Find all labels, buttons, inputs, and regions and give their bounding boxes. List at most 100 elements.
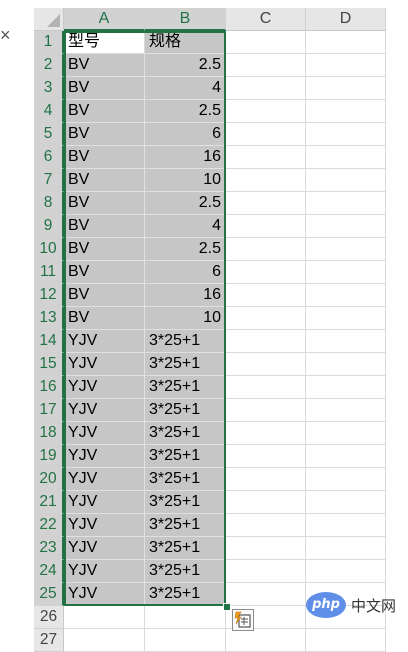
cell-c19[interactable] xyxy=(226,445,306,468)
cell-c10[interactable] xyxy=(226,238,306,261)
row-header[interactable]: 24 xyxy=(34,560,64,583)
cell-d4[interactable] xyxy=(306,100,386,123)
column-header-b[interactable]: B xyxy=(145,8,226,31)
cell-d22[interactable] xyxy=(306,514,386,537)
cell-c22[interactable] xyxy=(226,514,306,537)
cell-d8[interactable] xyxy=(306,192,386,215)
cell-c23[interactable] xyxy=(226,537,306,560)
cell-c2[interactable] xyxy=(226,54,306,77)
cell-a5[interactable]: BV xyxy=(64,123,145,146)
cell-c21[interactable] xyxy=(226,491,306,514)
cell-c20[interactable] xyxy=(226,468,306,491)
cell-a4[interactable]: BV xyxy=(64,100,145,123)
row-header[interactable]: 6 xyxy=(34,146,64,169)
cell-b6[interactable]: 16 xyxy=(145,146,226,169)
row-header[interactable]: 26 xyxy=(34,606,64,629)
cell-b14[interactable]: 3*25+1 xyxy=(145,330,226,353)
cell-a21[interactable]: YJV xyxy=(64,491,145,514)
cell-a20[interactable]: YJV xyxy=(64,468,145,491)
cell-d5[interactable] xyxy=(306,123,386,146)
cell-a19[interactable]: YJV xyxy=(64,445,145,468)
cell-d23[interactable] xyxy=(306,537,386,560)
cell-a16[interactable]: YJV xyxy=(64,376,145,399)
row-header[interactable]: 22 xyxy=(34,514,64,537)
cell-b2[interactable]: 2.5 xyxy=(145,54,226,77)
close-icon[interactable]: × xyxy=(0,24,14,46)
cell-b4[interactable]: 2.5 xyxy=(145,100,226,123)
row-header[interactable]: 3 xyxy=(34,77,64,100)
cell-a14[interactable]: YJV xyxy=(64,330,145,353)
row-header[interactable]: 13 xyxy=(34,307,64,330)
row-header[interactable]: 21 xyxy=(34,491,64,514)
cell-a27[interactable] xyxy=(64,629,145,652)
cell-b27[interactable] xyxy=(145,629,226,652)
cell-b9[interactable]: 4 xyxy=(145,215,226,238)
cell-a6[interactable]: BV xyxy=(64,146,145,169)
cell-c11[interactable] xyxy=(226,261,306,284)
row-header[interactable]: 12 xyxy=(34,284,64,307)
cell-b25[interactable]: 3*25+1 xyxy=(145,583,226,606)
row-header[interactable]: 5 xyxy=(34,123,64,146)
cell-b17[interactable]: 3*25+1 xyxy=(145,399,226,422)
cell-c16[interactable] xyxy=(226,376,306,399)
cell-c17[interactable] xyxy=(226,399,306,422)
cell-a26[interactable] xyxy=(64,606,145,629)
cell-d2[interactable] xyxy=(306,54,386,77)
cell-b10[interactable]: 2.5 xyxy=(145,238,226,261)
column-header-a[interactable]: A xyxy=(64,8,145,31)
cell-b12[interactable]: 16 xyxy=(145,284,226,307)
cell-d18[interactable] xyxy=(306,422,386,445)
cell-c25[interactable] xyxy=(226,583,306,606)
cell-b26[interactable] xyxy=(145,606,226,629)
cell-b15[interactable]: 3*25+1 xyxy=(145,353,226,376)
row-header[interactable]: 25 xyxy=(34,583,64,606)
cell-a9[interactable]: BV xyxy=(64,215,145,238)
row-header[interactable]: 19 xyxy=(34,445,64,468)
cell-b22[interactable]: 3*25+1 xyxy=(145,514,226,537)
row-header[interactable]: 16 xyxy=(34,376,64,399)
row-header[interactable]: 7 xyxy=(34,169,64,192)
cell-d16[interactable] xyxy=(306,376,386,399)
cell-b18[interactable]: 3*25+1 xyxy=(145,422,226,445)
row-header[interactable]: 27 xyxy=(34,629,64,652)
cell-d19[interactable] xyxy=(306,445,386,468)
cell-a1[interactable]: 型号 xyxy=(64,31,145,54)
cell-c5[interactable] xyxy=(226,123,306,146)
row-header[interactable]: 2 xyxy=(34,54,64,77)
cell-d3[interactable] xyxy=(306,77,386,100)
row-header[interactable]: 1 xyxy=(34,31,64,54)
cell-d7[interactable] xyxy=(306,169,386,192)
cell-a8[interactable]: BV xyxy=(64,192,145,215)
cell-a15[interactable]: YJV xyxy=(64,353,145,376)
cell-d17[interactable] xyxy=(306,399,386,422)
cell-a12[interactable]: BV xyxy=(64,284,145,307)
row-header[interactable]: 14 xyxy=(34,330,64,353)
cell-c3[interactable] xyxy=(226,77,306,100)
cell-d1[interactable] xyxy=(306,31,386,54)
cell-d13[interactable] xyxy=(306,307,386,330)
cell-c24[interactable] xyxy=(226,560,306,583)
cell-b20[interactable]: 3*25+1 xyxy=(145,468,226,491)
column-header-d[interactable]: D xyxy=(306,8,386,31)
cell-c13[interactable] xyxy=(226,307,306,330)
cell-b7[interactable]: 10 xyxy=(145,169,226,192)
row-header[interactable]: 11 xyxy=(34,261,64,284)
cell-b1[interactable]: 规格 xyxy=(145,31,226,54)
cell-c7[interactable] xyxy=(226,169,306,192)
row-header[interactable]: 20 xyxy=(34,468,64,491)
cell-c27[interactable] xyxy=(226,629,306,652)
cell-a7[interactable]: BV xyxy=(64,169,145,192)
cell-b11[interactable]: 6 xyxy=(145,261,226,284)
row-header[interactable]: 23 xyxy=(34,537,64,560)
cell-d6[interactable] xyxy=(306,146,386,169)
cell-c1[interactable] xyxy=(226,31,306,54)
cell-c15[interactable] xyxy=(226,353,306,376)
cell-b13[interactable]: 10 xyxy=(145,307,226,330)
row-header[interactable]: 18 xyxy=(34,422,64,445)
cell-a17[interactable]: YJV xyxy=(64,399,145,422)
cell-c6[interactable] xyxy=(226,146,306,169)
cell-c9[interactable] xyxy=(226,215,306,238)
cell-d14[interactable] xyxy=(306,330,386,353)
cell-b21[interactable]: 3*25+1 xyxy=(145,491,226,514)
column-header-c[interactable]: C xyxy=(226,8,306,31)
